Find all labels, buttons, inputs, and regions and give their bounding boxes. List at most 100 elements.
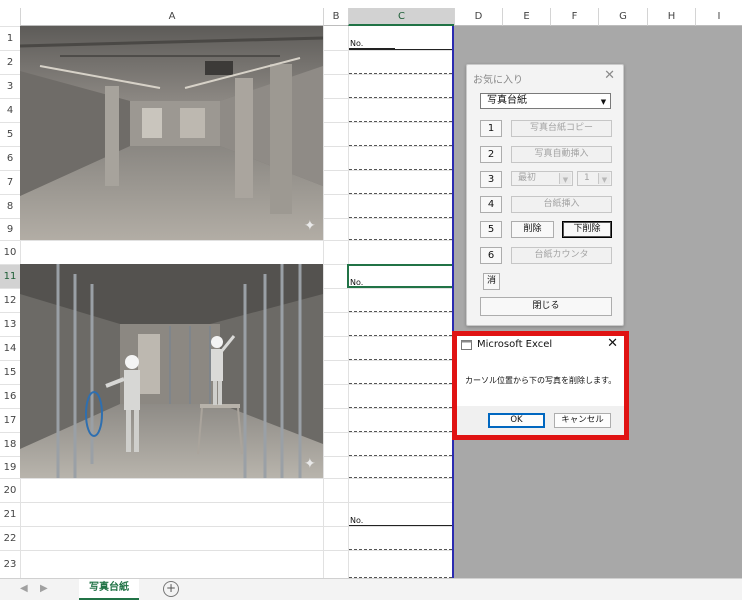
- column-header-h[interactable]: H: [647, 8, 695, 26]
- column-header-e[interactable]: E: [502, 8, 550, 26]
- step-1-button[interactable]: 1: [480, 120, 502, 137]
- grid-line: [20, 550, 454, 551]
- cell-c1-no-label[interactable]: No.: [350, 39, 363, 48]
- entry-line: [349, 73, 452, 74]
- row-header-4[interactable]: 4: [0, 98, 20, 122]
- delete-button[interactable]: 削除: [511, 221, 554, 238]
- row-header-12[interactable]: 12: [0, 288, 20, 312]
- row-header-16[interactable]: 16: [0, 384, 20, 408]
- entry-line: [349, 477, 452, 478]
- entry-line: [349, 239, 452, 240]
- entry-line: [349, 455, 452, 456]
- grid-line: [348, 26, 349, 578]
- insert-template-button[interactable]: 台紙挿入: [511, 196, 612, 213]
- svg-text:✦: ✦: [304, 456, 316, 472]
- grid-line: [323, 26, 324, 578]
- template-dropdown[interactable]: 写真台紙 ▼: [480, 93, 611, 109]
- favorites-close-icon[interactable]: ✕: [604, 68, 615, 83]
- photo-construction-workers[interactable]: ✦: [20, 264, 323, 478]
- prev-sheet-icon[interactable]: ◀: [20, 583, 28, 594]
- row-header-2[interactable]: 2: [0, 50, 20, 74]
- start-position-value: 最初: [518, 173, 537, 183]
- row-header-7[interactable]: 7: [0, 170, 20, 194]
- chevron-down-icon[interactable]: ▼: [598, 173, 610, 184]
- row-header-15[interactable]: 15: [0, 360, 20, 384]
- row-header-14[interactable]: 14: [0, 336, 20, 360]
- row-header-17[interactable]: 17: [0, 408, 20, 432]
- step-4-button[interactable]: 4: [480, 196, 502, 213]
- row-header-11[interactable]: 11: [0, 264, 20, 288]
- step-6-button[interactable]: 6: [480, 247, 502, 264]
- template-counter-button[interactable]: 台紙カウンタ: [511, 247, 612, 264]
- photo-construction-empty-floor[interactable]: ✦: [20, 26, 323, 240]
- row-header-21[interactable]: 21: [0, 502, 20, 526]
- row-header-23[interactable]: 23: [0, 550, 20, 578]
- row-header-1[interactable]: 1: [0, 26, 20, 50]
- entry-line: [349, 97, 452, 98]
- entry-line: [349, 549, 452, 550]
- start-position-select[interactable]: 最初 ▼: [511, 171, 573, 186]
- column-header-f[interactable]: F: [550, 8, 598, 26]
- grid-line: [20, 502, 454, 503]
- entry-line: [349, 169, 452, 170]
- print-area-boundary: [452, 26, 454, 578]
- column-header-a[interactable]: A: [20, 8, 323, 26]
- row-header-6[interactable]: 6: [0, 146, 20, 170]
- chevron-down-icon[interactable]: ▼: [598, 95, 609, 107]
- add-sheet-icon[interactable]: +: [163, 581, 179, 597]
- close-panel-button[interactable]: 閉じる: [480, 297, 612, 316]
- column-header-c[interactable]: C: [348, 8, 454, 26]
- entry-line: [349, 217, 452, 218]
- count-value: 1: [584, 173, 590, 183]
- favorites-panel: お気に入り ✕ 写真台紙 ▼ 1 写真台紙コピー 2 写真自動挿入 3 最初 ▼…: [466, 64, 624, 326]
- entry-line: [349, 407, 452, 408]
- copy-template-button[interactable]: 写真台紙コピー: [511, 120, 612, 137]
- entry-line: [349, 359, 452, 360]
- entry-line: [349, 383, 452, 384]
- select-all-corner[interactable]: [0, 8, 20, 27]
- column-header-g[interactable]: G: [598, 8, 647, 26]
- entry-line: [349, 335, 452, 336]
- grid-line: [20, 240, 454, 241]
- row-header-20[interactable]: 20: [0, 478, 20, 502]
- clear-button[interactable]: 消: [483, 273, 500, 290]
- grid-line: [20, 478, 454, 479]
- entry-line: [349, 311, 452, 312]
- red-highlight-frame: [452, 331, 629, 440]
- column-header-bar: A B C D E F G H I: [0, 0, 742, 27]
- auto-insert-photo-button[interactable]: 写真自動挿入: [511, 146, 612, 163]
- column-header-i[interactable]: I: [695, 8, 742, 26]
- row-header-19[interactable]: 19: [0, 456, 20, 478]
- row-header-5[interactable]: 5: [0, 122, 20, 146]
- no-underline: [349, 48, 395, 49]
- svg-text:✦: ✦: [304, 218, 316, 234]
- entry-line: [349, 49, 452, 50]
- active-cell-c11[interactable]: [347, 264, 454, 288]
- entry-line: [349, 121, 452, 122]
- row-header-3[interactable]: 3: [0, 74, 20, 98]
- row-header-13[interactable]: 13: [0, 312, 20, 336]
- step-3-button[interactable]: 3: [480, 171, 502, 188]
- delete-below-button[interactable]: 下削除: [562, 221, 612, 238]
- chevron-down-icon[interactable]: ▼: [559, 173, 571, 184]
- template-dropdown-value: 写真台紙: [487, 95, 527, 106]
- row-header-8[interactable]: 8: [0, 194, 20, 218]
- step-2-button[interactable]: 2: [480, 146, 502, 163]
- entry-line: [349, 431, 452, 432]
- no-underline: [349, 525, 395, 526]
- entry-line: [349, 193, 452, 194]
- row-header-22[interactable]: 22: [0, 526, 20, 550]
- row-header-18[interactable]: 18: [0, 432, 20, 456]
- column-header-b[interactable]: B: [323, 8, 348, 26]
- sheet-tab-photo-template[interactable]: 写真台紙: [79, 579, 139, 600]
- favorites-panel-title: お気に入り: [473, 75, 523, 86]
- step-5-button[interactable]: 5: [480, 221, 502, 238]
- count-select[interactable]: 1 ▼: [577, 171, 612, 186]
- cell-c21-no-label[interactable]: No.: [350, 516, 363, 525]
- column-header-d[interactable]: D: [454, 8, 502, 26]
- entry-line: [349, 145, 452, 146]
- grid-line: [20, 526, 454, 527]
- row-header-9[interactable]: 9: [0, 218, 20, 240]
- row-header-10[interactable]: 10: [0, 240, 20, 264]
- next-sheet-icon[interactable]: ▶: [40, 583, 48, 594]
